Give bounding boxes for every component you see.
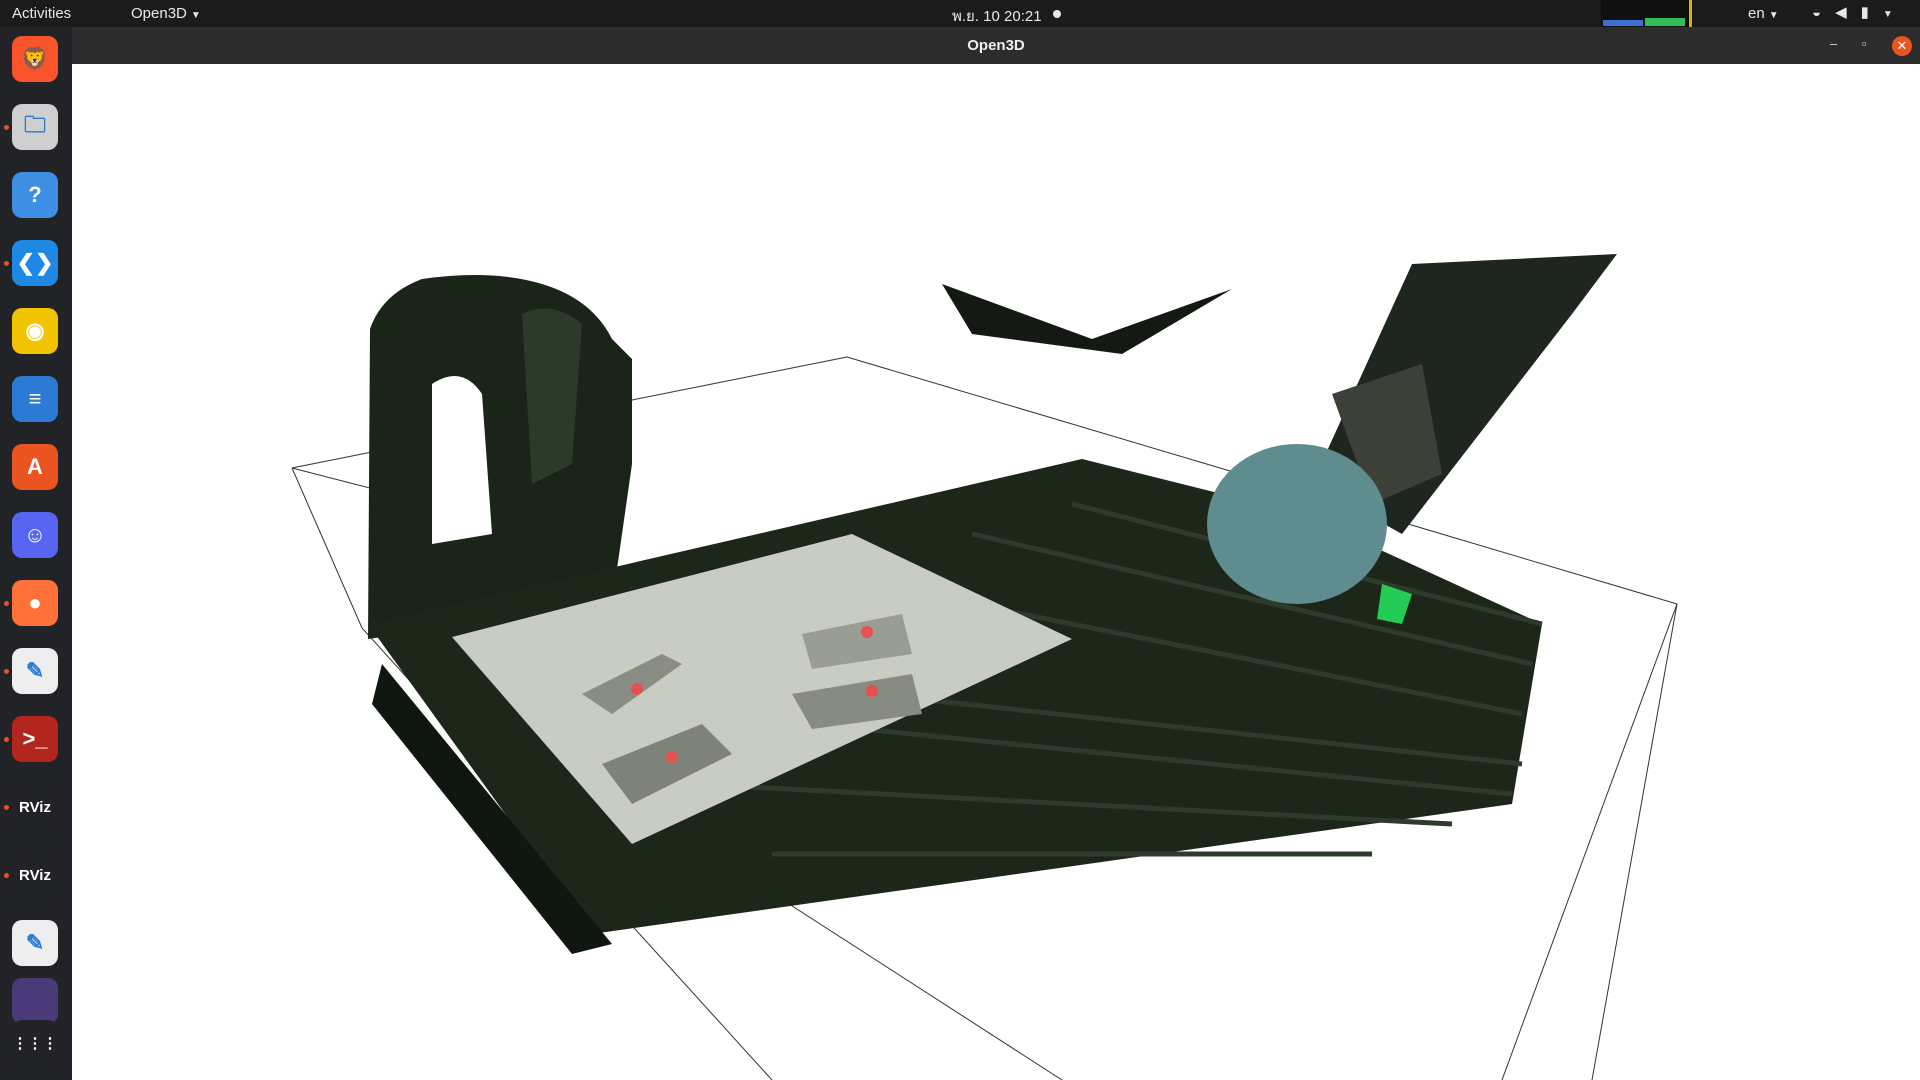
chevron-down-icon: ▼: [190, 10, 201, 21]
purple-app-icon[interactable]: [12, 978, 58, 1024]
minimize-button[interactable]: –: [1830, 36, 1837, 51]
chevron-down-icon: ▼: [1882, 9, 1907, 20]
clock[interactable]: พ.ย. 10 20:21: [952, 4, 1042, 28]
running-indicator: [4, 737, 9, 742]
open3d-viewport[interactable]: [72, 64, 1920, 1080]
window-title: Open3D: [967, 37, 1025, 54]
cpu-graph: [1645, 18, 1685, 26]
language-selector[interactable]: en ▼: [1748, 5, 1779, 22]
close-button[interactable]: ✕: [1892, 36, 1912, 56]
activities-button[interactable]: Activities: [12, 5, 71, 22]
rviz-icon[interactable]: RViz: [12, 784, 58, 830]
system-monitor-graph[interactable]: [1601, 0, 1693, 27]
running-indicator: [4, 669, 9, 674]
running-indicator: [4, 601, 9, 606]
top-bar: Activities Open3D ▼ พ.ย. 10 20:21 en ▼ ◒◀▮…: [0, 0, 1920, 27]
rviz-icon-2[interactable]: RViz: [12, 852, 58, 898]
dock: 🦁 🗀? ❮❯ ◉ ≡ A ☺ ● ✎ >_ RViz RViz ✎ ⋮⋮⋮: [0, 27, 72, 1080]
memory-graph: [1689, 0, 1692, 27]
app-menu-label: Open3D: [131, 5, 187, 22]
help-icon[interactable]: ?: [12, 172, 58, 218]
notification-dot-icon: [1053, 10, 1061, 18]
battery-icon: ▮: [1860, 4, 1883, 21]
app-menu[interactable]: Open3D ▼: [131, 5, 201, 22]
window-titlebar[interactable]: Open3D – ▫ ✕: [72, 27, 1920, 64]
terminal-icon[interactable]: >_: [12, 716, 58, 762]
wifi-icon: ◒: [1812, 4, 1836, 21]
rhythmbox-icon[interactable]: ◉: [12, 308, 58, 354]
volume-icon: ◀: [1835, 4, 1861, 21]
system-tray[interactable]: ◒◀▮▼: [1812, 3, 1907, 21]
discord-icon[interactable]: ☺: [12, 512, 58, 558]
firefox-icon[interactable]: ●: [12, 580, 58, 626]
vscode-icon[interactable]: ❮❯: [12, 240, 58, 286]
point-cloud-render: [291, 254, 1678, 1080]
running-indicator: [4, 261, 9, 266]
network-graph: [1603, 20, 1643, 26]
text-editor-icon-2[interactable]: ✎: [12, 920, 58, 966]
brave-browser-icon[interactable]: 🦁: [12, 36, 58, 82]
running-indicator: [4, 805, 9, 810]
language-label: en: [1748, 5, 1765, 22]
show-apps-icon[interactable]: ⋮⋮⋮: [12, 1020, 58, 1066]
chevron-down-icon: ▼: [1768, 10, 1779, 21]
running-indicator: [4, 873, 9, 878]
gripper-shape: [942, 284, 1232, 354]
app-store-icon[interactable]: A: [12, 444, 58, 490]
files-icon[interactable]: 🗀: [12, 104, 58, 150]
writer-icon[interactable]: ≡: [12, 376, 58, 422]
running-indicator: [4, 125, 9, 130]
maximize-button[interactable]: ▫: [1862, 36, 1867, 51]
text-editor-icon[interactable]: ✎: [12, 648, 58, 694]
